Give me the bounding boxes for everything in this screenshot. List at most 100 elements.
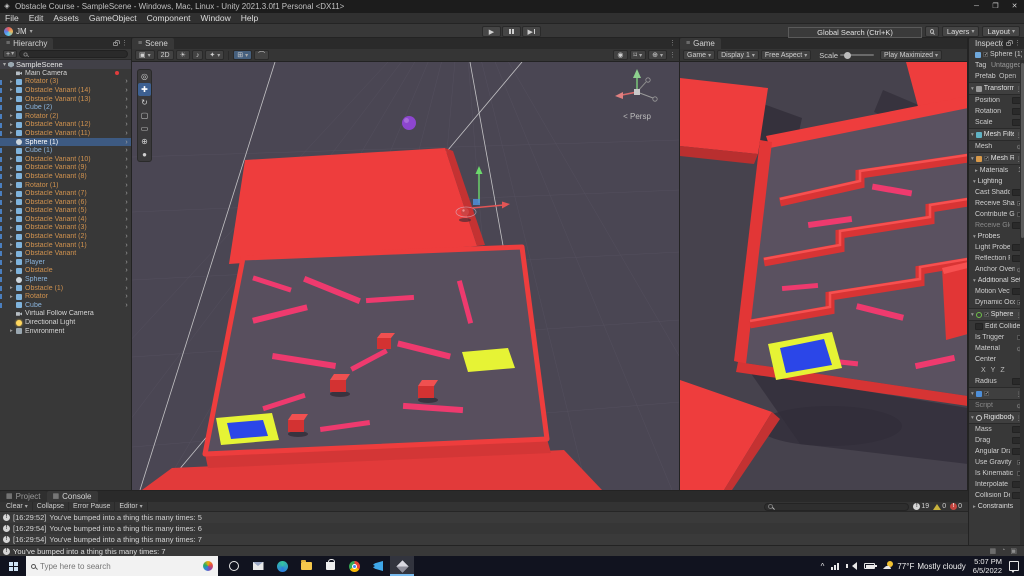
cast-shadows-row[interactable]: Cast Shadows — [969, 187, 1024, 198]
open-prefab-icon[interactable]: › — [122, 164, 131, 171]
hierarchy-item[interactable]: ▸Obstacle Variant (2)› — [0, 232, 131, 241]
hierarchy-item[interactable]: ▸Obstacle Variant (8)› — [0, 172, 131, 181]
open-prefab-icon[interactable]: › — [122, 267, 131, 274]
is-kinematic-row[interactable]: Is Kinematic — [969, 468, 1024, 479]
interpolate-row[interactable]: Interpolate — [969, 479, 1024, 490]
clear-button[interactable]: Clear▾ — [2, 502, 33, 512]
open-prefab-icon[interactable]: › — [122, 78, 131, 85]
log-entry[interactable]: ![16:29:54]You've bumped into a thing th… — [0, 534, 968, 545]
hierarchy-item[interactable]: ▸Obstacle Variant (4)› — [0, 215, 131, 224]
foldout-arrow-icon[interactable]: ▾ — [3, 61, 6, 68]
lock-icon[interactable] — [113, 42, 118, 46]
hierarchy-item[interactable]: ▸Rotator› — [0, 292, 131, 301]
mesh-filter-component-header[interactable]: ▾ Mesh Filter⋮ — [969, 128, 1024, 141]
progress-icon[interactable]: ▦ — [990, 547, 997, 555]
hierarchy-item[interactable]: ▸Obstacle Variant (9)› — [0, 164, 131, 173]
position-row[interactable]: Position — [969, 95, 1024, 106]
store-button[interactable] — [318, 556, 342, 576]
menu-assets[interactable]: Assets — [48, 13, 84, 24]
console-search-input[interactable] — [764, 503, 909, 511]
minimize-button[interactable]: ─ — [967, 0, 986, 13]
open-prefab-icon[interactable]: › — [122, 156, 131, 163]
hierarchy-item[interactable]: ▸Obstacle Variant (14)› — [0, 86, 131, 95]
panel-menu-icon[interactable]: ⋮ — [1014, 38, 1021, 49]
hierarchy-item-player[interactable]: ▸Player› — [0, 258, 131, 267]
open-prefab-icon[interactable]: › — [122, 104, 131, 111]
reflection-probes-row[interactable]: Reflection Probes — [969, 253, 1024, 264]
tab-project[interactable]: ▦Project — [0, 491, 47, 502]
hierarchy-item-directional-light[interactable]: Directional Light — [0, 318, 131, 327]
menu-window[interactable]: Window — [196, 13, 236, 24]
edit-collider-row[interactable]: Edit Collider — [969, 321, 1024, 332]
global-search-button[interactable] — [925, 26, 939, 37]
script-component-header[interactable]: ▾ ✓ ⋮ — [969, 387, 1024, 400]
script-row[interactable]: Script⊙ — [969, 400, 1024, 411]
scene-canvas[interactable]: ◎ ✚ ↻ ▢ ▭ ⊕ ● — [132, 62, 679, 490]
taskbar-search-input[interactable] — [40, 562, 170, 571]
upper-ramp[interactable] — [229, 148, 485, 264]
taskbar-search[interactable] — [26, 556, 218, 576]
hierarchy-search-input[interactable] — [19, 50, 128, 58]
transform-tool[interactable]: ⊕ — [138, 135, 151, 148]
scale-slider[interactable] — [840, 54, 874, 56]
add-gameobject-button[interactable]: +▾ — [3, 50, 17, 58]
center-row[interactable]: Center — [969, 354, 1024, 365]
collapse-button[interactable]: Collapse — [33, 502, 69, 512]
open-prefab-icon[interactable]: › — [122, 224, 131, 231]
angular-drag-row[interactable]: Angular Drag — [969, 446, 1024, 457]
hierarchy-item[interactable]: Cube› — [0, 301, 131, 310]
tab-hierarchy[interactable]: ≡Hierarchy — [0, 38, 53, 49]
open-prefab-icon[interactable]: › — [122, 139, 131, 146]
weather-widget[interactable]: ☁ 77°F Mostly cloudy — [882, 561, 965, 571]
radius-row[interactable]: Radius — [969, 376, 1024, 387]
overflow-menu-icon[interactable]: ⋮ — [669, 50, 676, 61]
panel-menu-icon[interactable]: ⋮ — [669, 38, 676, 49]
rotate-tool[interactable]: ↻ — [138, 96, 151, 109]
enabled-checkbox[interactable]: ✓ — [984, 156, 989, 161]
network-icon[interactable] — [831, 562, 839, 570]
hierarchy-item[interactable]: ▸Obstacle› — [0, 267, 131, 276]
mail-button[interactable] — [246, 556, 270, 576]
activity-icon[interactable]: ◔ — [1001, 547, 1005, 555]
hierarchy-item[interactable]: Cube (2)› — [0, 103, 131, 112]
center-xyz-row[interactable]: X Y Z — [969, 365, 1024, 376]
menu-help[interactable]: Help — [236, 13, 263, 24]
hierarchy-item[interactable]: ▸Obstacle Variant› — [0, 249, 131, 258]
additional-settings-foldout[interactable]: ▾Additional Settings — [969, 275, 1024, 286]
editor-status-bar[interactable]: ! You've bumped into a thing this many t… — [0, 545, 1024, 556]
purple-sphere[interactable] — [402, 116, 416, 130]
mesh-renderer-component-header[interactable]: ▾ ✓ Mesh Renderer⋮ — [969, 152, 1024, 165]
panel-menu-icon[interactable]: ⋮ — [121, 38, 128, 49]
layers-dropdown[interactable]: Layers▾ — [942, 26, 980, 37]
hierarchy-item-main-camera[interactable]: Main Camera — [0, 69, 131, 78]
code-editor-button[interactable] — [366, 556, 390, 576]
hierarchy-item[interactable]: ▸Obstacle Variant (10)› — [0, 155, 131, 164]
step-button[interactable]: ▶ — [522, 26, 541, 37]
info-count-toggle[interactable]: !19 — [913, 503, 929, 510]
open-prefab-icon[interactable]: › — [122, 276, 131, 283]
open-prefab-icon[interactable]: › — [122, 130, 131, 137]
collider-material-row[interactable]: Material⊙ — [969, 343, 1024, 354]
enabled-checkbox[interactable]: ✓ — [984, 391, 989, 396]
hierarchy-item[interactable]: Cube (1)› — [0, 146, 131, 155]
collision-detection-row[interactable]: Collision Detection — [969, 490, 1024, 501]
constraints-foldout[interactable]: ▸Constraints — [969, 501, 1024, 512]
editor-dropdown[interactable]: Editor▾ — [115, 502, 147, 512]
game-canvas[interactable] — [680, 62, 967, 490]
grid-dropdown[interactable]: ⊞▾ — [233, 50, 252, 60]
hierarchy-item[interactable]: ▸Obstacle Variant (1)› — [0, 241, 131, 250]
hierarchy-item-selected[interactable]: Sphere (1)› — [0, 138, 131, 147]
open-prefab-icon[interactable]: › — [122, 173, 131, 180]
open-prefab-icon[interactable]: › — [122, 113, 131, 120]
volume-icon[interactable] — [846, 562, 857, 570]
audio-toggle[interactable]: ♪ — [192, 50, 204, 60]
open-prefab-icon[interactable]: › — [122, 96, 131, 103]
camera-settings-button[interactable]: ⌑▾ — [630, 50, 647, 60]
move-tool[interactable]: ✚ — [138, 83, 151, 96]
pause-button[interactable] — [502, 26, 521, 37]
edit-collider-button[interactable] — [975, 323, 983, 330]
receive-gi-row[interactable]: Receive Global Illumination — [969, 220, 1024, 231]
error-count-toggle[interactable]: !0 — [950, 503, 962, 510]
anchor-override-row[interactable]: Anchor Override⊙ — [969, 264, 1024, 275]
hierarchy-item-virtual-camera[interactable]: Virtual Follow Camera — [0, 310, 131, 319]
